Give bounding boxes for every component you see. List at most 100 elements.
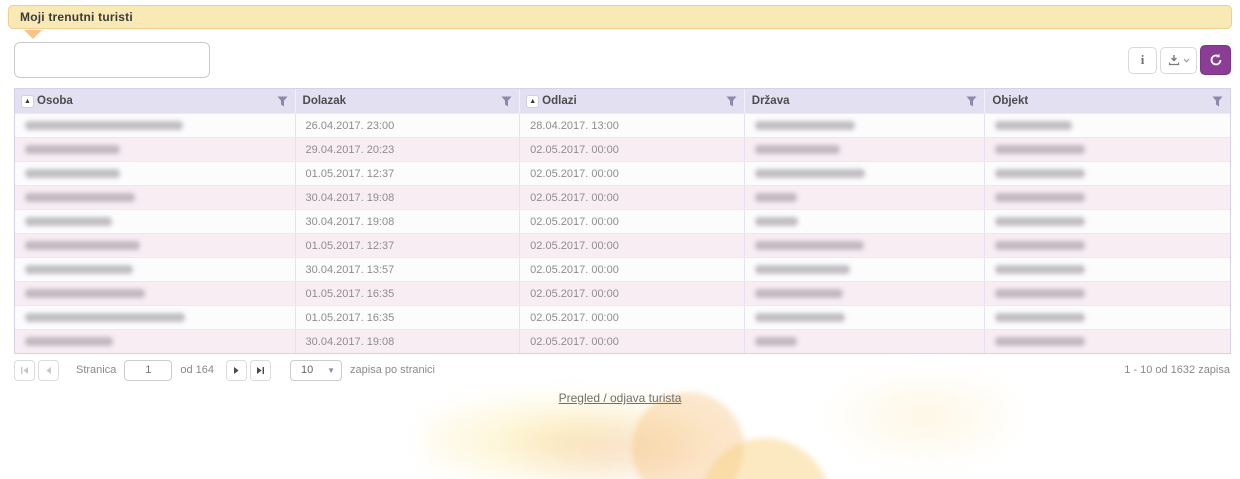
cell-odlazi: 02.05.2017. 00:00 xyxy=(520,234,745,257)
column-header-drzava[interactable]: Država xyxy=(745,89,986,113)
redacted-person-name xyxy=(25,289,145,298)
column-header-objekt[interactable]: Objekt xyxy=(985,89,1230,113)
cell-dolazak: 30.04.2017. 13:57 xyxy=(296,258,521,281)
redacted-country xyxy=(755,241,864,250)
redacted-person-name xyxy=(25,193,135,202)
redacted-object xyxy=(995,145,1085,154)
filter-icon[interactable] xyxy=(501,96,512,107)
redacted-country xyxy=(755,121,855,130)
cell-drzava xyxy=(745,234,986,257)
redacted-country xyxy=(755,217,798,226)
column-label: Država xyxy=(752,95,790,107)
cell-osoba xyxy=(15,258,296,281)
cell-osoba xyxy=(15,114,296,137)
redacted-person-name xyxy=(25,337,113,346)
cell-odlazi: 02.05.2017. 00:00 xyxy=(520,330,745,353)
table-row[interactable]: 01.05.2017. 12:37 02.05.2017. 00:00 xyxy=(15,161,1230,185)
cell-osoba xyxy=(15,162,296,185)
cell-objekt xyxy=(985,210,1230,233)
refresh-button[interactable] xyxy=(1200,45,1231,75)
info-icon: i xyxy=(1141,52,1145,68)
cell-odlazi: 02.05.2017. 00:00 xyxy=(520,162,745,185)
cell-drzava xyxy=(745,282,986,305)
page-number-input[interactable] xyxy=(124,360,172,381)
records-range-label: 1 - 10 od 1632 zapisa xyxy=(1124,364,1230,376)
filter-icon[interactable] xyxy=(1212,96,1223,107)
cell-odlazi: 02.05.2017. 00:00 xyxy=(520,186,745,209)
table-row[interactable]: 30.04.2017. 19:08 02.05.2017. 00:00 xyxy=(15,329,1230,353)
active-tab-bar[interactable]: Moji trenutni turisti xyxy=(8,5,1232,29)
cell-osoba xyxy=(15,234,296,257)
column-label: Odlazi xyxy=(542,95,577,107)
cell-objekt xyxy=(985,330,1230,353)
cell-osoba xyxy=(15,330,296,353)
table-row[interactable]: 26.04.2017. 23:00 28.04.2017. 13:00 xyxy=(15,113,1230,137)
table-row[interactable]: 01.05.2017. 12:37 02.05.2017. 00:00 xyxy=(15,233,1230,257)
first-page-button[interactable] xyxy=(14,360,35,381)
filter-icon[interactable] xyxy=(726,96,737,107)
search-input[interactable] xyxy=(14,42,210,78)
redacted-person-name xyxy=(25,217,112,226)
table-row[interactable]: 29.04.2017. 20:23 02.05.2017. 00:00 xyxy=(15,137,1230,161)
cell-drzava xyxy=(745,258,986,281)
per-page-label: zapisa po stranici xyxy=(350,364,435,376)
cell-drzava xyxy=(745,186,986,209)
filter-icon[interactable] xyxy=(277,96,288,107)
toolbar: i xyxy=(14,42,1231,78)
chevron-down-icon xyxy=(1183,58,1190,63)
sort-asc-icon: ▲ xyxy=(22,96,33,107)
cell-objekt xyxy=(985,186,1230,209)
redacted-person-name xyxy=(25,121,183,130)
cell-drzava xyxy=(745,138,986,161)
last-page-icon xyxy=(256,366,265,375)
redacted-object xyxy=(995,337,1085,346)
cell-drzava xyxy=(745,306,986,329)
table-row[interactable]: 30.04.2017. 13:57 02.05.2017. 00:00 xyxy=(15,257,1230,281)
cell-dolazak: 01.05.2017. 12:37 xyxy=(296,234,521,257)
next-page-button[interactable] xyxy=(226,360,247,381)
filter-icon[interactable] xyxy=(966,96,977,107)
table-row[interactable]: 30.04.2017. 19:08 02.05.2017. 00:00 xyxy=(15,185,1230,209)
background-decoration xyxy=(500,410,720,479)
refresh-icon xyxy=(1209,53,1223,67)
table-row[interactable]: 01.05.2017. 16:35 02.05.2017. 00:00 xyxy=(15,305,1230,329)
redacted-country xyxy=(755,145,840,154)
column-label: Objekt xyxy=(992,95,1028,107)
cell-dolazak: 30.04.2017. 19:08 xyxy=(296,186,521,209)
previous-page-button[interactable] xyxy=(38,360,59,381)
page-label: Stranica xyxy=(76,364,116,376)
tourists-table: ▲ Osoba Dolazak ▲ Odlazi Država xyxy=(14,88,1231,354)
last-page-button[interactable] xyxy=(250,360,271,381)
column-header-osoba[interactable]: ▲ Osoba xyxy=(15,89,296,113)
redacted-country xyxy=(755,169,865,178)
export-button[interactable] xyxy=(1160,47,1197,74)
page-title: Moji trenutni turisti xyxy=(20,10,133,24)
cell-objekt xyxy=(985,114,1230,137)
redacted-person-name xyxy=(25,265,133,274)
review-checkout-tourists-link[interactable]: Pregled / odjava turista xyxy=(559,391,682,405)
table-header-row: ▲ Osoba Dolazak ▲ Odlazi Država xyxy=(15,89,1230,113)
column-header-odlazi[interactable]: ▲ Odlazi xyxy=(520,89,745,113)
table-row[interactable]: 30.04.2017. 19:08 02.05.2017. 00:00 xyxy=(15,209,1230,233)
cell-dolazak: 01.05.2017. 16:35 xyxy=(296,282,521,305)
cell-dolazak: 01.05.2017. 16:35 xyxy=(296,306,521,329)
page-size-select[interactable]: 10 ▼ xyxy=(290,360,342,381)
redacted-country xyxy=(755,289,843,298)
cell-dolazak: 30.04.2017. 19:08 xyxy=(296,330,521,353)
redacted-country xyxy=(755,313,845,322)
cell-dolazak: 01.05.2017. 12:37 xyxy=(296,162,521,185)
table-row[interactable]: 01.05.2017. 16:35 02.05.2017. 00:00 xyxy=(15,281,1230,305)
redacted-object xyxy=(995,241,1085,250)
info-button[interactable]: i xyxy=(1128,47,1157,74)
page-count-label: od 164 xyxy=(180,364,214,376)
redacted-country xyxy=(755,337,797,346)
cell-drzava xyxy=(745,162,986,185)
redacted-country xyxy=(755,193,797,202)
cell-osoba xyxy=(15,306,296,329)
column-header-dolazak[interactable]: Dolazak xyxy=(296,89,521,113)
page-size-value: 10 xyxy=(301,364,313,376)
page: Moji trenutni turisti i xyxy=(0,0,1240,479)
column-label: Osoba xyxy=(37,95,73,107)
cell-odlazi: 02.05.2017. 00:00 xyxy=(520,138,745,161)
chevron-down-icon: ▼ xyxy=(327,366,335,375)
